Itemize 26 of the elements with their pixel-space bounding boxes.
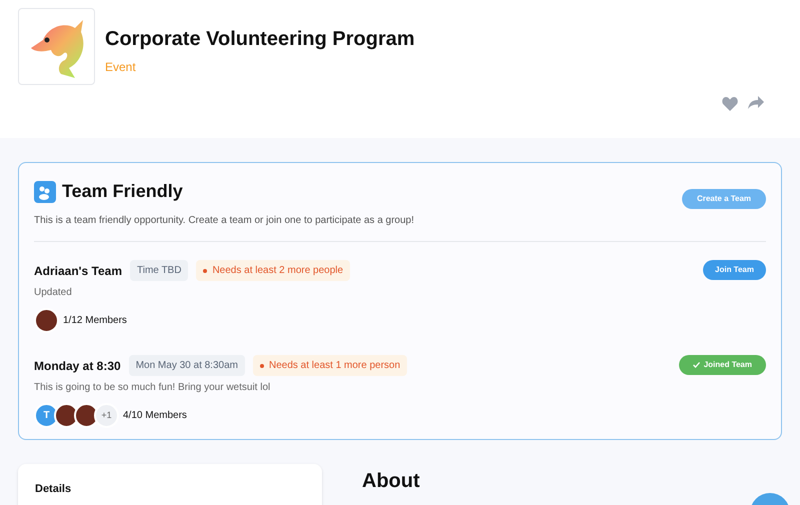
team-description: This is going to be so much fun! Bring your wetsuit lol [34, 381, 272, 395]
member-count: 4/10 Members [123, 409, 187, 423]
event-type: Event [105, 59, 137, 76]
section-description: This is a team friendly opportunity. Create a team or join one to participate as a group! [34, 214, 414, 228]
time-tag: Time TBD [130, 260, 188, 281]
avatar-placeholder [34, 308, 59, 333]
team-name: Adriaan's Team [34, 262, 122, 280]
joined-team-button[interactable]: Joined Team [678, 355, 766, 375]
people-icon [34, 180, 56, 202]
section-title: Team Friendly [62, 180, 183, 203]
needs-tag: Needs at least 1 more person [252, 355, 408, 376]
team-name: Monday at 8:30 [34, 358, 121, 374]
time-tag: Mon May 30 at 8:30am [128, 355, 245, 376]
more-members-count: +1 [94, 403, 119, 428]
details-heading: Details [35, 482, 72, 497]
event-title: Corporate Volunteering Program [105, 27, 415, 52]
about-heading: About [362, 469, 420, 494]
join-team-button[interactable]: Join Team [703, 260, 766, 280]
team-description: Updated [34, 286, 73, 300]
heart-icon[interactable] [722, 96, 738, 111]
member-count: 1/12 Members [63, 314, 127, 328]
share-icon[interactable] [748, 96, 764, 109]
create-team-button[interactable]: Create a Team [682, 189, 766, 209]
needs-tag: Needs at least 2 more people [196, 260, 350, 281]
letter-avatar: T [34, 403, 59, 428]
check-icon [692, 362, 700, 368]
